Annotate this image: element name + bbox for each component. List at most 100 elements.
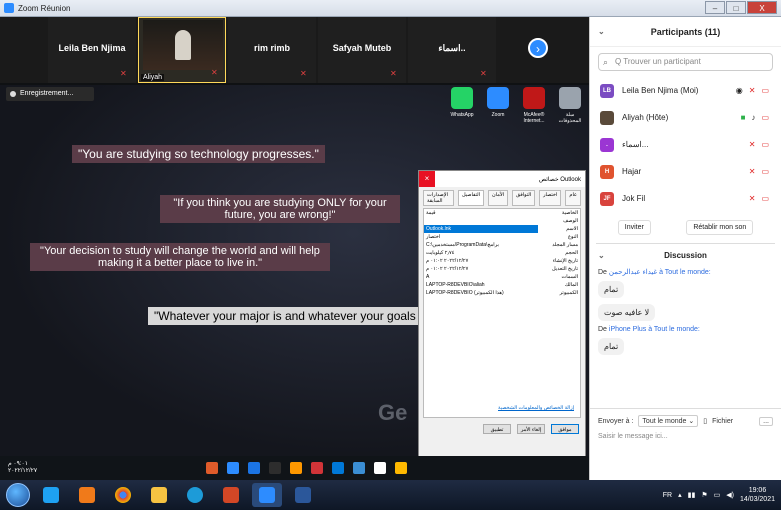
- taskbar-media[interactable]: [72, 483, 102, 507]
- ie-icon: [43, 487, 59, 503]
- send-to-label: Envoyer à :: [598, 417, 634, 425]
- participant-item[interactable]: . اسماء... ✕ ▭: [590, 131, 781, 158]
- shared-clock: ٠٩:٠١ م ٢٠٢٢/١٢/٢٧: [8, 461, 37, 475]
- cancel-button[interactable]: إلغاء الأمر: [517, 424, 545, 434]
- desktop-icon-recycle-bin[interactable]: سلة المحذوفات: [556, 87, 584, 124]
- app-icon[interactable]: [374, 462, 387, 474]
- battery-icon[interactable]: ▭: [714, 491, 721, 499]
- send-to-dropdown[interactable]: Tout le monde ⌄: [638, 415, 699, 427]
- chevron-down-icon[interactable]: ⌄: [598, 251, 605, 260]
- flag-icon[interactable]: ⚑: [701, 491, 707, 499]
- tab-security[interactable]: الأمان: [488, 190, 509, 206]
- taskbar-powerpoint[interactable]: [216, 483, 246, 507]
- apply-button[interactable]: تطبيق: [483, 424, 511, 434]
- clock[interactable]: 19:06 14/03/2021: [740, 486, 775, 504]
- app-icon[interactable]: [248, 462, 261, 474]
- table-row[interactable]: الوصف: [424, 217, 580, 225]
- table-row[interactable]: Outlook.lnk الاسم: [424, 225, 580, 233]
- participant-item[interactable]: H Hajar ✕ ▭: [590, 158, 781, 185]
- file-icon[interactable]: ▯: [703, 417, 707, 425]
- mic-muted-icon[interactable]: ✕: [749, 140, 756, 149]
- taskbar-word[interactable]: [288, 483, 318, 507]
- desktop-icon-whatsapp[interactable]: WhatsApp: [448, 87, 476, 124]
- language-indicator[interactable]: FR: [663, 492, 672, 499]
- start-button[interactable]: [6, 483, 30, 507]
- taskbar-chrome[interactable]: [108, 483, 138, 507]
- taskbar-ie[interactable]: [36, 483, 66, 507]
- zoom-icon: [487, 87, 509, 109]
- tab-general[interactable]: عام: [565, 190, 581, 206]
- ok-button[interactable]: موافق: [551, 424, 579, 434]
- participant-tile[interactable]: rim rimb ✕: [228, 17, 316, 83]
- zoom-app-icon: [4, 3, 14, 13]
- participants-title: Participants (11): [650, 26, 721, 37]
- app-icon[interactable]: [311, 462, 324, 474]
- mic-muted-icon[interactable]: ✕: [749, 86, 756, 95]
- next-page-button[interactable]: ›: [528, 38, 548, 58]
- minimize-button[interactable]: –: [705, 1, 725, 14]
- app-icon[interactable]: [332, 462, 345, 474]
- mic-muted-icon[interactable]: ✕: [749, 167, 756, 176]
- desktop-icon-mcafee[interactable]: McAfee® Internet...: [520, 87, 548, 124]
- tab-compatibility[interactable]: التوافق: [512, 190, 536, 206]
- close-window-button[interactable]: X: [747, 1, 777, 14]
- participant-status: ✕ ▭: [749, 167, 769, 176]
- participant-item[interactable]: JF Jok Fil ✕ ▭: [590, 185, 781, 212]
- table-row[interactable]: C:\مستخدمين\ProgramData\برامج مسار المجلد: [424, 241, 580, 249]
- table-row[interactable]: LAPTOP-R8DEVBIO\aliah المالك: [424, 281, 580, 289]
- remove-properties-link[interactable]: إزالة الخصائص والمعلومات الشخصية: [498, 405, 574, 411]
- mic-muted-icon: ✕: [480, 69, 487, 78]
- mic-muted-icon: ✕: [120, 69, 127, 78]
- video-off-icon[interactable]: ▭: [761, 113, 769, 122]
- participant-tile[interactable]: Safyah Muteb ✕: [318, 17, 406, 83]
- recording-indicator[interactable]: Enregistrement...: [6, 87, 94, 101]
- tab-previous-versions[interactable]: الإصدارات السابقة: [423, 190, 455, 206]
- chevron-up-icon[interactable]: ▴: [678, 491, 682, 499]
- video-off-icon[interactable]: ▭: [761, 194, 769, 203]
- participant-item[interactable]: LB Leila Ben Njima (Moi) ◉ ✕ ▭: [590, 77, 781, 104]
- quote-1: "You are studying so technology progress…: [72, 145, 325, 163]
- sender-name: iPhone Plus: [608, 326, 647, 333]
- mic-muted-icon: ✕: [211, 68, 218, 77]
- participant-item[interactable]: Aliyah (Hôte) ■ ♪ ▭: [590, 104, 781, 131]
- volume-icon[interactable]: ◀): [726, 491, 734, 499]
- video-off-icon[interactable]: ▭: [761, 140, 769, 149]
- chat-input[interactable]: Saisir le message ici...: [590, 431, 781, 442]
- reset-sound-button[interactable]: Rétablir mon son: [686, 220, 754, 235]
- table-row[interactable]: LAPTOP-R8DEVBIO (هذا الكمبيوتر) الكمبيوتر: [424, 289, 580, 297]
- mic-muted-icon[interactable]: ✕: [749, 194, 756, 203]
- file-button[interactable]: Fichier: [712, 418, 733, 425]
- taskbar-zoom[interactable]: [252, 483, 282, 507]
- tab-shortcut[interactable]: اختصار: [539, 190, 562, 206]
- participant-tile[interactable]: Leila Ben Njima ✕: [48, 17, 136, 83]
- invite-button[interactable]: Inviter: [617, 220, 651, 235]
- video-off-icon[interactable]: ▭: [761, 167, 769, 176]
- tab-details[interactable]: التفاصيل: [458, 190, 485, 206]
- table-row[interactable]: ٢٫٧٤ كيلوبايت الحجم: [424, 249, 580, 257]
- video-off-icon[interactable]: ▭: [761, 86, 769, 95]
- media-player-icon: [79, 487, 95, 503]
- app-icon[interactable]: [290, 462, 303, 474]
- more-options-button[interactable]: ...: [759, 416, 773, 426]
- network-icon[interactable]: ▮▮: [688, 491, 696, 499]
- app-icon[interactable]: [269, 462, 282, 474]
- zoom-icon[interactable]: [227, 462, 240, 474]
- table-row[interactable]: اختصار النوع: [424, 233, 580, 241]
- app-icon[interactable]: [206, 462, 219, 474]
- desktop-icon-zoom[interactable]: Zoom: [484, 87, 512, 124]
- chevron-down-icon[interactable]: ⌄: [598, 27, 605, 36]
- edge-icon[interactable]: [353, 462, 366, 474]
- table-row[interactable]: A السمات: [424, 273, 580, 281]
- table-row[interactable]: ٢٠٢٢/١٢/٢٧ ٠١:٠٢ م تاريخ التعديل: [424, 265, 580, 273]
- taskbar-explorer[interactable]: [144, 483, 174, 507]
- taskbar-edge[interactable]: [180, 483, 210, 507]
- dialog-close-button[interactable]: ×: [419, 171, 435, 187]
- participant-video-tile[interactable]: Aliyah ✕: [138, 17, 226, 83]
- participant-status: ■ ♪ ▭: [741, 113, 769, 122]
- maximize-button[interactable]: □: [726, 1, 746, 14]
- folder-icon[interactable]: [395, 462, 408, 474]
- participant-tile[interactable]: اسماء.. ✕: [408, 17, 496, 83]
- mic-icon[interactable]: ♪: [751, 113, 755, 122]
- table-row[interactable]: ٢٠٢٢/١٢/٢٧ ٠١:٠٢ م تاريخ الإنشاء: [424, 257, 580, 265]
- participant-search-input[interactable]: Q Trouver un participant: [598, 53, 773, 71]
